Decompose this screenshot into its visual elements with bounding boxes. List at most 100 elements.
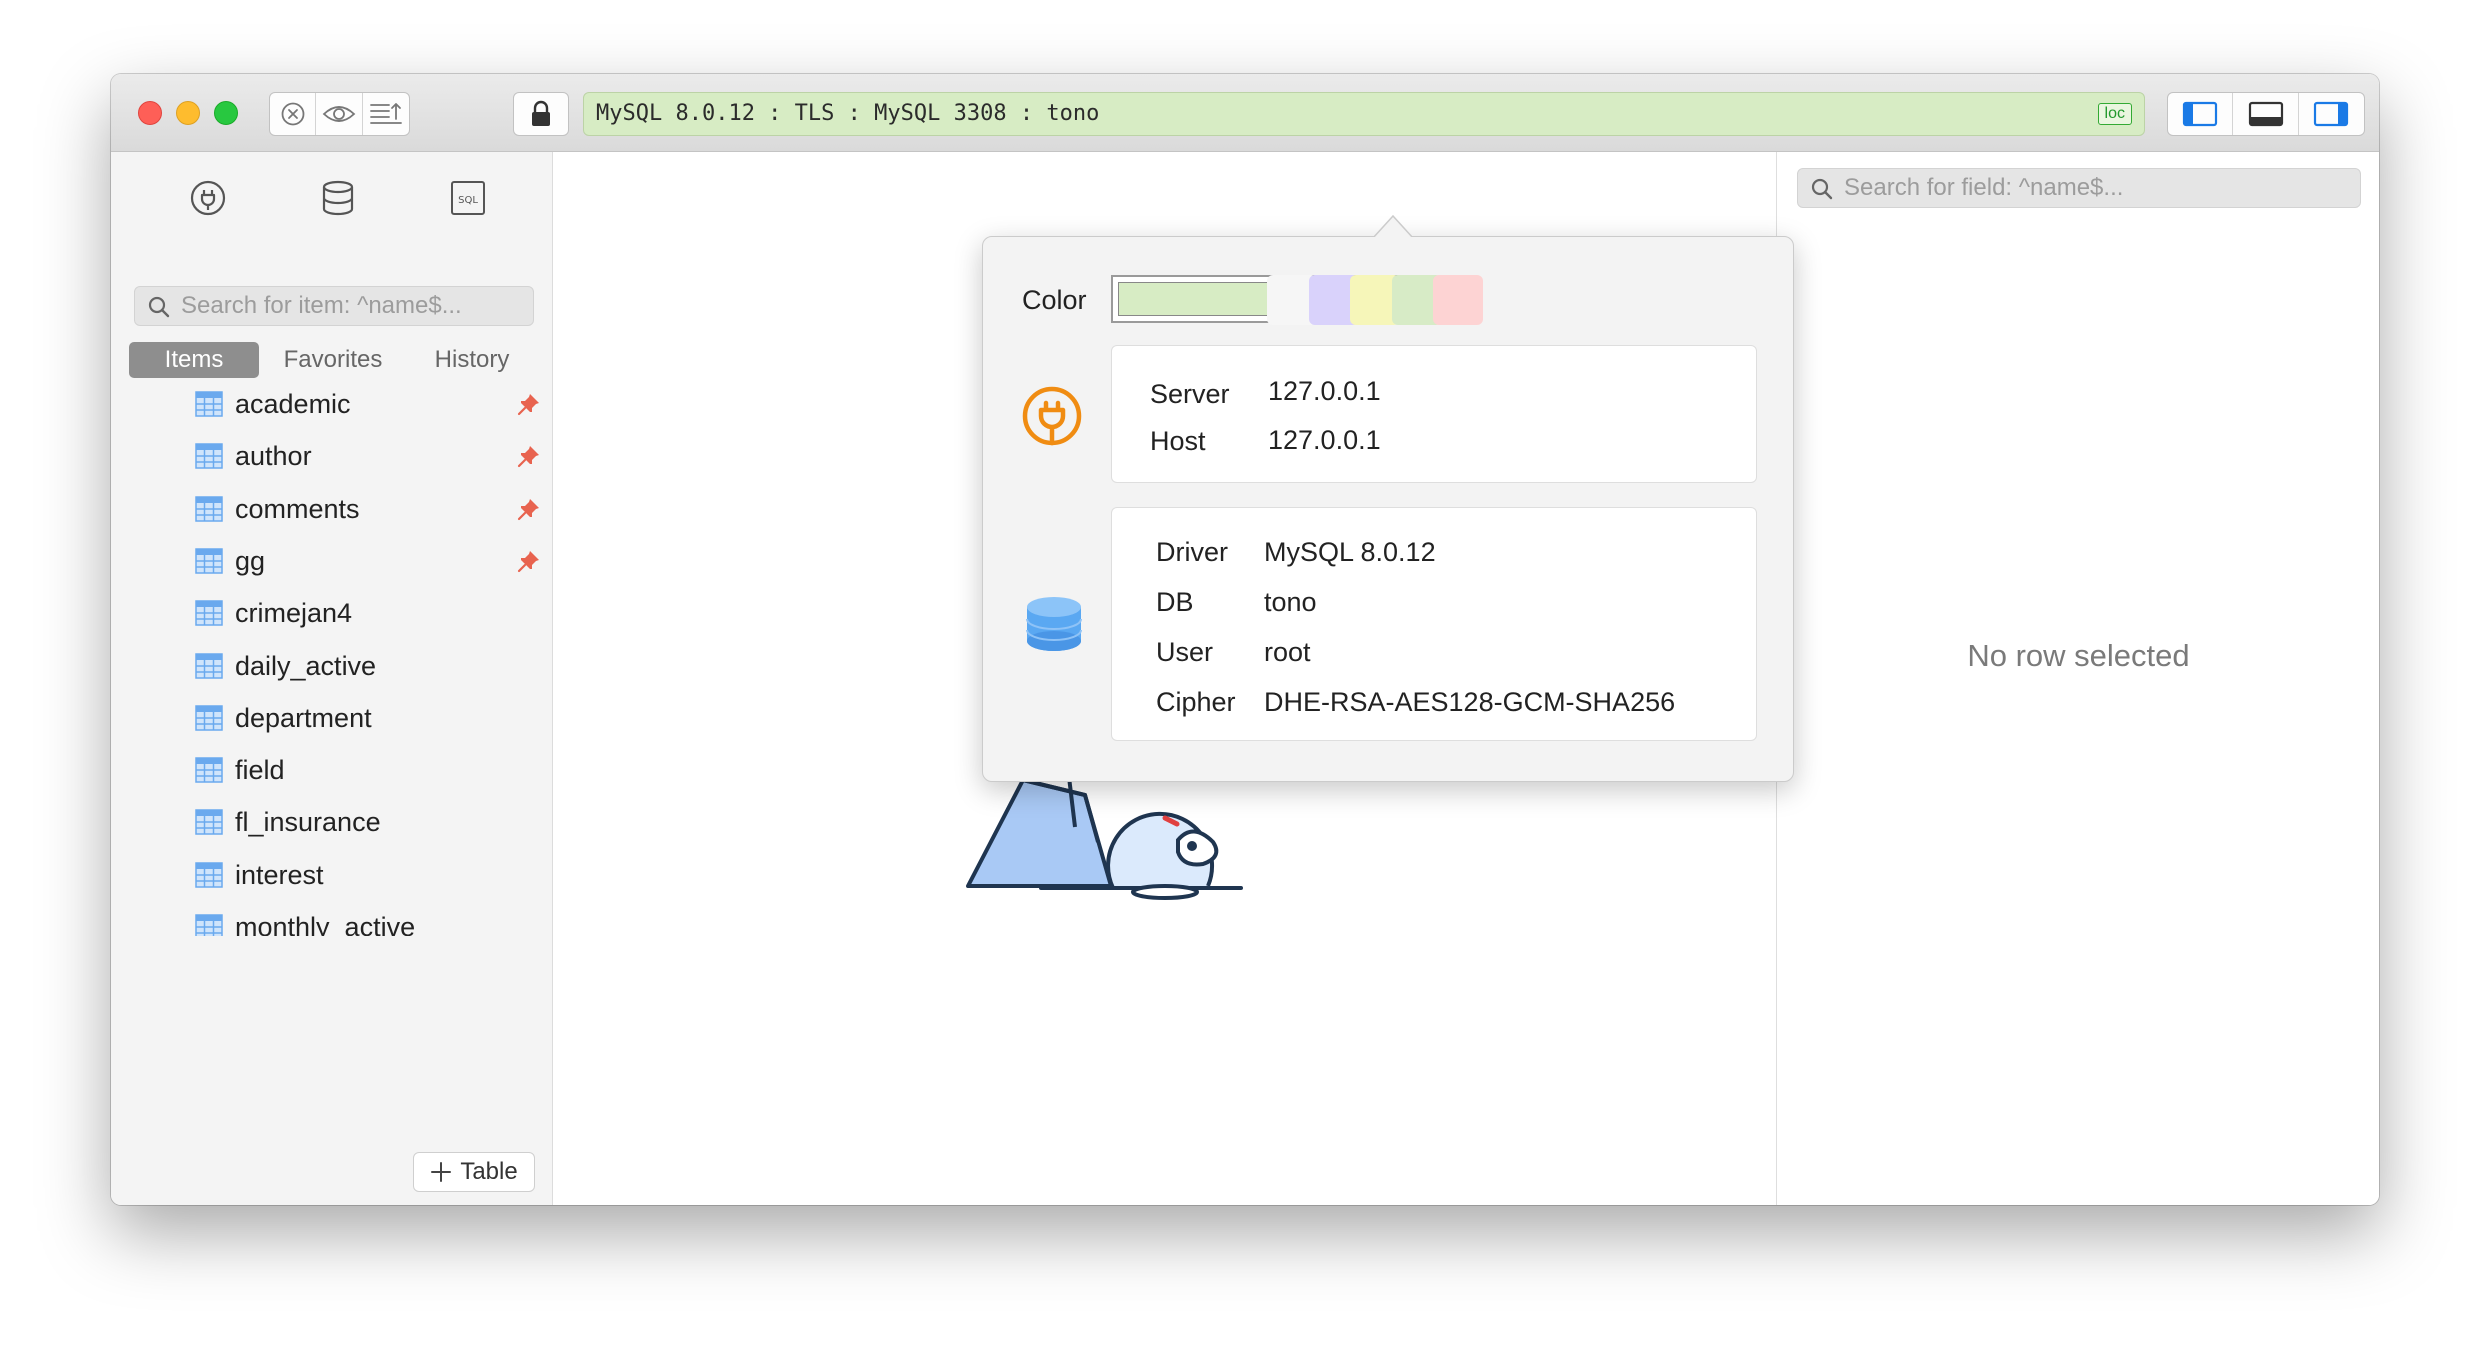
connection-info-popover: Color Server 127.0.0.1 Host 127.0.0.1 Dr… <box>982 214 1794 782</box>
plug-mode-button[interactable] <box>187 178 229 218</box>
preview-button[interactable] <box>316 93 363 135</box>
sql-mode-button[interactable]: SQL <box>449 178 487 218</box>
database-icon <box>322 180 354 216</box>
pin-icon <box>517 550 539 572</box>
table-item-label: crimejan4 <box>235 598 353 629</box>
tab-items[interactable]: Items <box>129 342 259 378</box>
popover-arrow <box>1373 214 1413 239</box>
toolbar: MySQL 8.0.12 : TLS : MySQL 3308 : tono l… <box>111 74 2379 152</box>
table-icon <box>195 495 223 522</box>
table-item-label: academic <box>235 389 351 419</box>
tab-history[interactable]: History <box>407 342 537 378</box>
database-card: Driver MySQL 8.0.12 DB tono User root Ci… <box>1111 507 1757 741</box>
db-label: DB <box>1156 587 1194 617</box>
table-icon <box>195 914 223 936</box>
table-item-label: author <box>235 441 312 472</box>
field-panel: Search for field: ^name$... No row selec… <box>1776 152 2379 1205</box>
table-icon <box>195 861 223 888</box>
toolbar-action-group <box>269 92 410 136</box>
add-table-button[interactable]: Table <box>413 1152 535 1192</box>
minimize-window-button[interactable] <box>176 101 200 125</box>
database-icon-wrap <box>1025 597 1083 660</box>
plus-icon <box>431 1162 452 1182</box>
search-icon <box>148 296 170 318</box>
driver-value[interactable]: MySQL 8.0.12 <box>1264 537 1436 568</box>
right-sidebar-icon <box>2314 101 2349 127</box>
table-icon <box>195 705 223 731</box>
server-icon-wrap <box>1021 385 1083 452</box>
table-icon <box>195 600 223 626</box>
layout-toggle-group <box>2167 92 2365 136</box>
sidebar-table-item[interactable]: academic <box>195 378 539 430</box>
sidebar: SQL Search for item: ^name$... Items Fav… <box>111 152 553 1205</box>
sidebar-table-item[interactable]: interest <box>195 849 535 901</box>
pin-icon <box>517 498 539 520</box>
sidebar-table-item[interactable]: department <box>195 692 535 744</box>
connection-address-bar[interactable]: MySQL 8.0.12 : TLS : MySQL 3308 : tono l… <box>583 92 2145 136</box>
close-circle-icon <box>281 102 305 126</box>
table-icon <box>195 652 223 679</box>
zoom-window-button[interactable] <box>214 101 238 125</box>
toggle-bottom-panel-button[interactable] <box>2233 93 2299 135</box>
eye-icon <box>322 106 356 122</box>
bottom-panel-icon <box>2248 101 2283 127</box>
color-label: Color <box>1022 285 1087 315</box>
toggle-right-sidebar-button[interactable] <box>2299 93 2364 135</box>
sidebar-table-item[interactable]: fl_insurance <box>195 796 535 848</box>
server-card: Server 127.0.0.1 Host 127.0.0.1 <box>1111 345 1757 483</box>
user-label: User <box>1156 637 1214 667</box>
cipher-label: Cipher <box>1156 687 1236 717</box>
table-item-label: field <box>235 755 285 786</box>
close-connection-button[interactable] <box>270 93 317 135</box>
tab-favorites[interactable]: Favorites <box>259 342 407 378</box>
table-item-label: interest <box>235 859 324 890</box>
close-window-button[interactable] <box>138 101 162 125</box>
pin-icon <box>517 446 539 468</box>
connection-info-text: MySQL 8.0.12 : TLS : MySQL 3308 : tono <box>596 101 1100 126</box>
color-swatch[interactable] <box>1433 275 1483 325</box>
sidebar-table-item[interactable]: monthly_active <box>195 901 535 936</box>
lock-icon <box>532 100 550 126</box>
table-item-label: comments <box>235 493 360 524</box>
add-table-label: Table <box>460 1158 518 1185</box>
table-icon <box>195 809 223 836</box>
sidebar-table-item[interactable]: daily_active <box>195 640 535 692</box>
sql-query-button[interactable] <box>363 93 409 135</box>
svg-text:SQL: SQL <box>458 195 478 206</box>
sidebar-table-item[interactable]: author <box>195 430 539 482</box>
table-item-label: monthly_active <box>235 912 416 936</box>
sidebar-tabs: Items Favorites History <box>129 342 537 378</box>
table-item-label: gg <box>235 545 266 576</box>
table-icon <box>195 548 223 574</box>
plug-icon <box>1022 386 1082 446</box>
table-item-label: daily_active <box>235 650 377 681</box>
search-icon <box>1811 178 1833 200</box>
lock-button-wrap <box>513 92 569 136</box>
sidebar-table-item[interactable]: comments <box>195 483 539 535</box>
table-icon <box>195 391 223 417</box>
table-list: academic author comments gg crimejan4 daily_a… <box>111 378 551 936</box>
item-search-placeholder: Search for item: ^name$... <box>181 292 462 319</box>
sidebar-table-item[interactable]: gg <box>195 535 539 587</box>
empty-selection-text: No row selected <box>1967 638 2190 673</box>
server-value[interactable]: 127.0.0.1 <box>1268 376 1381 407</box>
cipher-value[interactable]: DHE-RSA-AES128-GCM-SHA256 <box>1264 687 1675 718</box>
table-item-label: department <box>235 702 372 733</box>
host-label: Host <box>1150 426 1206 456</box>
user-value[interactable]: root <box>1264 637 1311 668</box>
field-search-placeholder: Search for field: ^name$... <box>1844 174 2124 201</box>
sidebar-table-item[interactable]: crimejan4 <box>195 587 535 639</box>
list-upload-icon <box>369 103 402 124</box>
field-search-field[interactable]: Search for field: ^name$... <box>1797 168 2361 208</box>
db-value[interactable]: tono <box>1264 587 1317 618</box>
driver-label: Driver <box>1156 537 1228 567</box>
item-search-field[interactable]: Search for item: ^name$... <box>134 286 534 326</box>
sidebar-table-item[interactable]: field <box>195 744 535 796</box>
table-icon <box>195 757 223 783</box>
app-window: MySQL 8.0.12 : TLS : MySQL 3308 : tono l… <box>111 74 2379 1205</box>
lock-button[interactable] <box>514 93 568 135</box>
sql-icon: SQL <box>451 181 485 215</box>
host-value[interactable]: 127.0.0.1 <box>1268 425 1381 456</box>
toggle-left-sidebar-button[interactable] <box>2168 93 2234 135</box>
database-mode-button[interactable] <box>318 178 358 218</box>
